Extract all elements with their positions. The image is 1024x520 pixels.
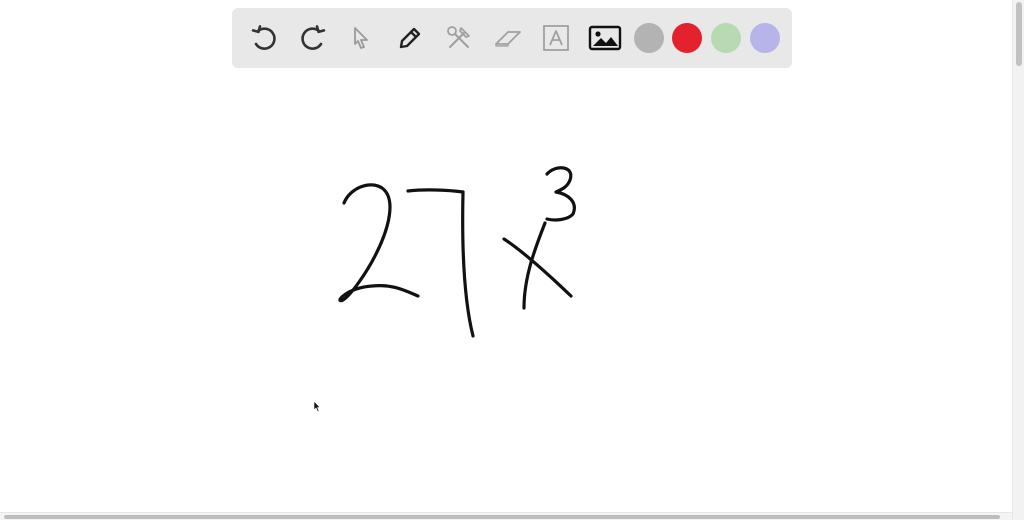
mouse-cursor-icon (313, 400, 321, 419)
color-swatch-green[interactable] (711, 23, 742, 53)
vertical-scrollbar[interactable] (1012, 0, 1024, 520)
handwriting-layer (338, 166, 576, 338)
eraser-tool[interactable] (488, 18, 528, 58)
digit-7-top-stroke (406, 188, 465, 194)
color-swatch-red[interactable] (672, 23, 703, 53)
pointer-icon (354, 27, 369, 49)
tools-button[interactable] (439, 18, 479, 58)
color-swatch-lavender[interactable] (749, 23, 780, 53)
digit-2-stroke (338, 183, 420, 303)
x-stroke-2 (522, 221, 547, 310)
undo-icon (251, 25, 276, 50)
image-tool[interactable] (585, 18, 625, 58)
image-icon (588, 25, 622, 51)
redo-icon (300, 25, 325, 50)
redo-button[interactable] (293, 18, 333, 58)
tools-icon (446, 26, 470, 48)
horizontal-scrollbar[interactable] (0, 512, 1012, 520)
pen-tool[interactable] (390, 18, 430, 58)
vertical-scrollbar-thumb[interactable] (1016, 2, 1022, 66)
pointer-tool[interactable] (341, 18, 381, 58)
undo-button[interactable] (244, 18, 284, 58)
digit-7-stem-stroke (461, 190, 475, 338)
horizontal-scrollbar-thumb[interactable] (4, 515, 1000, 519)
color-swatch-gray[interactable] (633, 23, 664, 53)
whiteboard-app (0, 0, 1024, 520)
pen-icon (399, 27, 421, 49)
eraser-icon (494, 31, 521, 47)
text-box-icon (543, 25, 570, 51)
superscript-3-stroke (545, 166, 576, 222)
toolbar (232, 8, 792, 68)
drawing-canvas[interactable] (0, 76, 1012, 508)
text-tool[interactable] (536, 18, 576, 58)
